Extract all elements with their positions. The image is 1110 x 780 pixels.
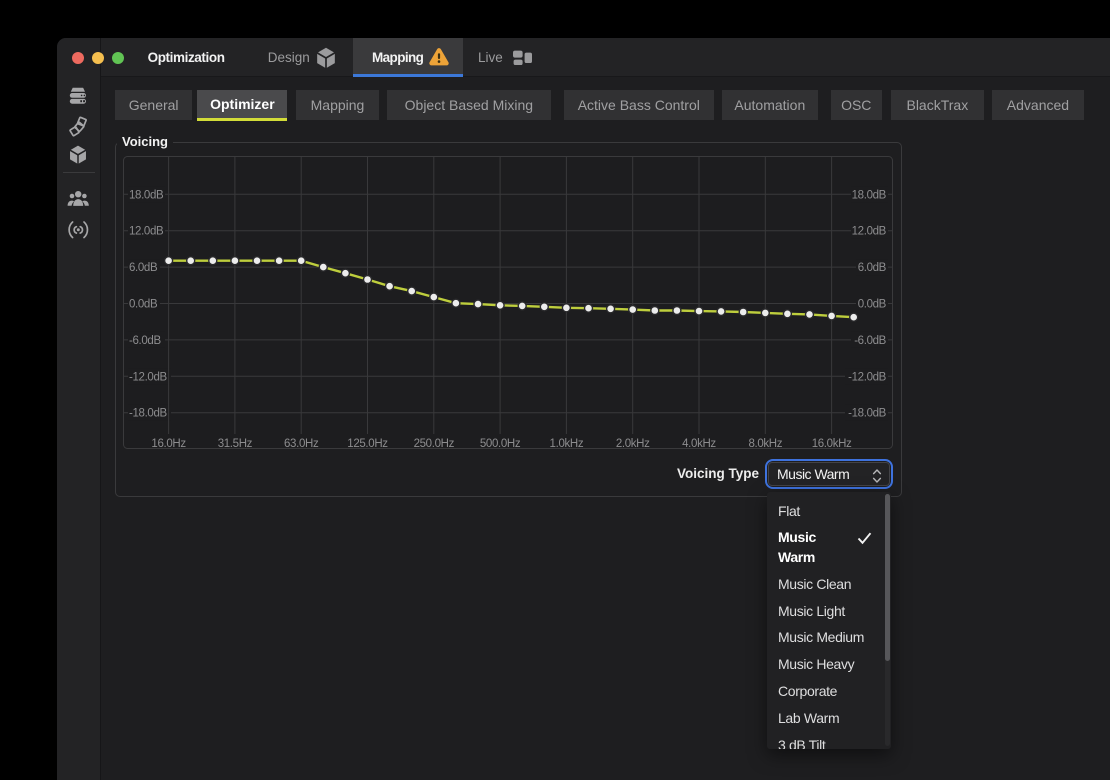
svg-text:-6.0dB: -6.0dB	[854, 335, 886, 347]
svg-text:6.0dB: 6.0dB	[858, 262, 887, 274]
svg-text:12.0dB: 12.0dB	[129, 226, 164, 238]
svg-text:-18.0dB: -18.0dB	[848, 408, 887, 420]
svg-text:500.0Hz: 500.0Hz	[480, 438, 521, 449]
svg-text:8.0kHz: 8.0kHz	[748, 438, 782, 449]
svg-text:0.0dB: 0.0dB	[858, 299, 887, 311]
svg-text:0.0dB: 0.0dB	[129, 299, 158, 311]
svg-text:18.0dB: 18.0dB	[129, 189, 164, 201]
svg-text:250.0Hz: 250.0Hz	[414, 438, 455, 449]
svg-text:-6.0dB: -6.0dB	[129, 335, 161, 347]
svg-text:125.0Hz: 125.0Hz	[347, 438, 388, 449]
svg-text:18.0dB: 18.0dB	[852, 189, 887, 201]
svg-text:1.0kHz: 1.0kHz	[550, 438, 584, 449]
svg-text:-18.0dB: -18.0dB	[129, 408, 168, 420]
svg-text:63.0Hz: 63.0Hz	[284, 438, 319, 449]
svg-text:2.0kHz: 2.0kHz	[616, 438, 650, 449]
svg-text:12.0dB: 12.0dB	[852, 226, 887, 238]
svg-text:6.0dB: 6.0dB	[129, 262, 158, 274]
svg-text:16.0Hz: 16.0Hz	[151, 438, 186, 449]
svg-text:-12.0dB: -12.0dB	[129, 371, 168, 383]
svg-text:-12.0dB: -12.0dB	[848, 371, 887, 383]
svg-text:31.5Hz: 31.5Hz	[218, 438, 253, 449]
svg-text:16.0kHz: 16.0kHz	[812, 438, 852, 449]
svg-text:4.0kHz: 4.0kHz	[682, 438, 716, 449]
